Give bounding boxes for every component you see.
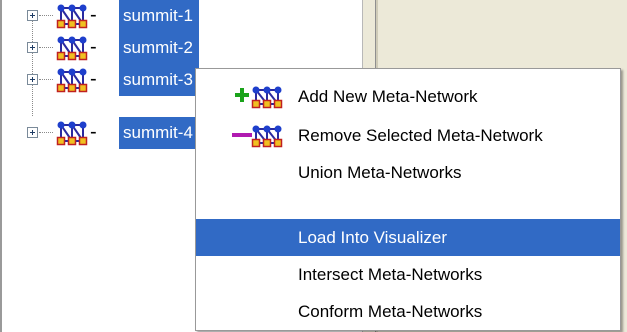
context-menu: Add New Meta-Network Remove Selected Met… — [195, 68, 621, 331]
menu-item-label: Add New Meta-Network — [298, 87, 478, 106]
expand-icon[interactable] — [27, 42, 38, 53]
menu-item-union-meta-networks[interactable]: Union Meta-Networks — [196, 154, 620, 191]
remove-meta-network-icon — [232, 125, 283, 148]
tree-dash: - — [90, 4, 97, 26]
menu-item-label: Remove Selected Meta-Network — [298, 126, 543, 145]
app-frame: - summit-1 - summit-2 - summit-3 - summi… — [0, 0, 627, 332]
menu-item-remove-selected-meta-network[interactable]: Remove Selected Meta-Network — [196, 117, 620, 154]
add-meta-network-icon — [235, 86, 283, 109]
tree-node-label[interactable]: summit-4 — [119, 117, 199, 149]
menu-item-label: Intersect Meta-Networks — [298, 265, 483, 284]
tree-dash: - — [90, 121, 97, 143]
tree-connector — [39, 132, 53, 133]
expand-icon[interactable] — [27, 74, 38, 85]
menu-item-label: Union Meta-Networks — [298, 163, 462, 182]
menu-item-intersect-meta-networks[interactable]: Intersect Meta-Networks — [196, 256, 620, 293]
tree-connector-line — [32, 16, 33, 116]
tree-connector — [39, 15, 53, 16]
menu-item-load-into-visualizer[interactable]: Load Into Visualizer — [196, 219, 620, 256]
meta-network-icon — [56, 36, 88, 61]
tree-connector — [39, 79, 53, 80]
menu-item-label: Conform Meta-Networks — [298, 302, 483, 321]
tree-node-label[interactable]: summit-1 — [119, 0, 199, 32]
menu-item-label: Load Into Visualizer — [298, 228, 448, 247]
tree-node-label[interactable]: summit-2 — [119, 32, 199, 64]
meta-network-icon — [56, 4, 88, 29]
menu-item-conform-meta-networks[interactable]: Conform Meta-Networks — [196, 293, 620, 330]
meta-network-icon — [56, 121, 88, 146]
expand-icon[interactable] — [27, 127, 38, 138]
tree-dash: - — [90, 36, 97, 58]
expand-icon[interactable] — [27, 10, 38, 21]
tree-connector — [39, 47, 53, 48]
tree-node-label[interactable]: summit-3 — [119, 64, 199, 96]
menu-item-add-new-meta-network[interactable]: Add New Meta-Network — [196, 78, 620, 115]
meta-network-icon — [56, 68, 88, 93]
tree-dash: - — [90, 68, 97, 90]
